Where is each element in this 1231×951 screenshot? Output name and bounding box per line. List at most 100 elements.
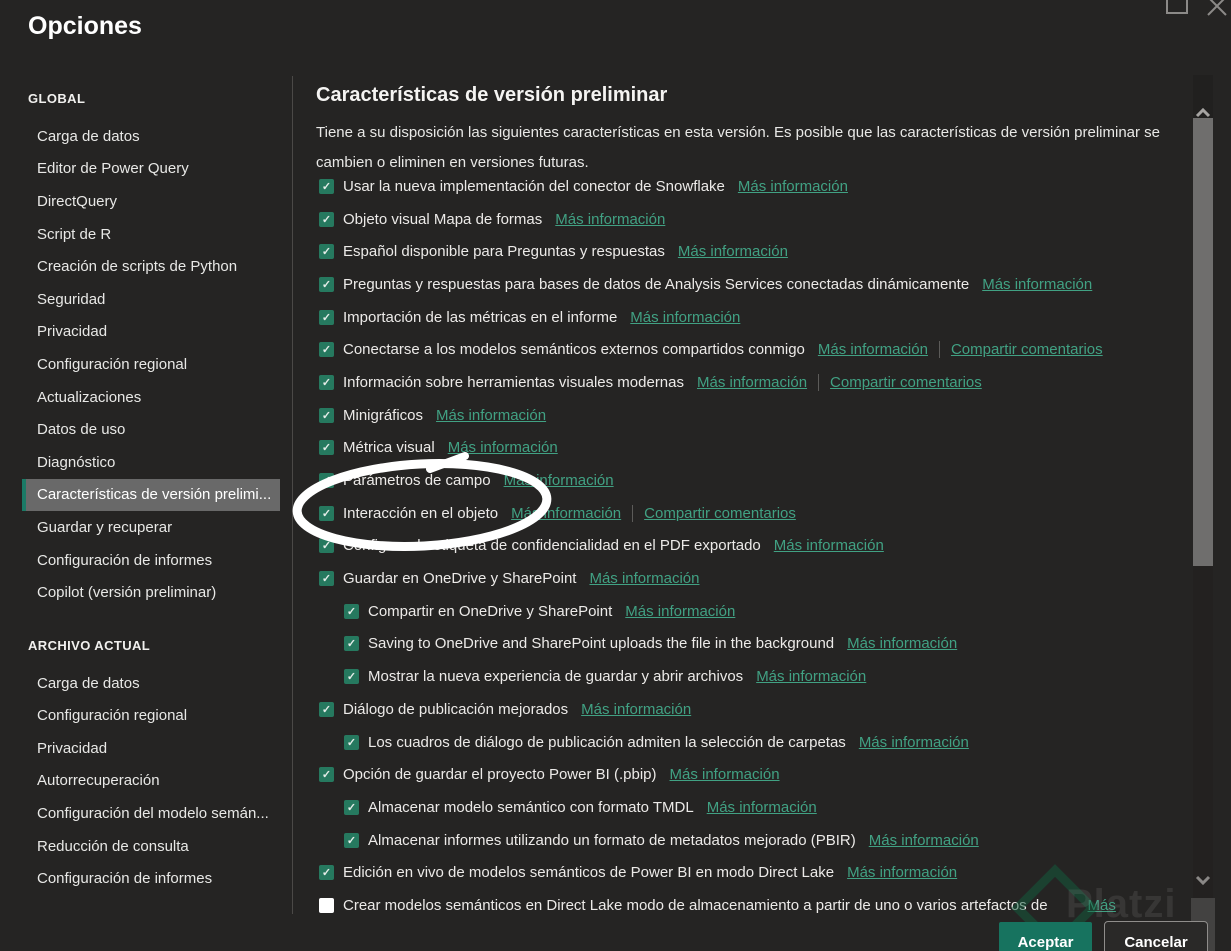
- sidebar-item-configuraci-n-regional[interactable]: Configuración regional: [22, 348, 280, 381]
- feature-label: Diálogo de publicación mejorados: [343, 700, 569, 718]
- share-feedback-link[interactable]: Compartir comentarios: [644, 505, 796, 522]
- sidebar-item-directquery[interactable]: DirectQuery: [22, 185, 280, 218]
- feature-checkbox[interactable]: ✓: [319, 538, 334, 554]
- more-info-link[interactable]: Más información: [756, 668, 866, 685]
- feature-row: ✓ Preguntas y respuestas para bases de da…: [316, 268, 1116, 301]
- feature-label: Edición en vivo de modelos semánticos de…: [343, 864, 835, 882]
- feature-checkbox[interactable]: ✓: [319, 407, 334, 423]
- feature-row: ✓ Diálogo de publicación mejorados Más inf…: [316, 693, 1116, 726]
- cancel-button[interactable]: Cancelar: [1104, 921, 1208, 951]
- more-info-link[interactable]: Más información: [625, 603, 735, 620]
- feature-checkbox[interactable]: ✓: [344, 669, 359, 685]
- maximize-icon[interactable]: [1166, 0, 1188, 14]
- sidebar-item-autorrecuperaci-n[interactable]: Autorrecuperación: [22, 765, 280, 798]
- sidebar-item-privacidad[interactable]: Privacidad: [22, 316, 280, 349]
- feature-checkbox[interactable]: ✓: [319, 276, 334, 292]
- feature-checkbox[interactable]: ✓: [319, 309, 334, 325]
- sidebar-item-configuraci-n-de-informes[interactable]: Configuración de informes: [22, 544, 280, 577]
- more-info-link[interactable]: Más información: [630, 309, 740, 326]
- link-separator: [938, 341, 940, 359]
- sidebar-item-creaci-n-de-scripts-de-python[interactable]: Creación de scripts de Python: [22, 250, 280, 283]
- feature-row: ✓ Interacción en el objeto Más información…: [316, 497, 1116, 530]
- sidebar-item-configuraci-n-del-modelo-sem-n[interactable]: Configuración del modelo semán...: [22, 797, 280, 830]
- more-info-link[interactable]: Más información: [847, 635, 957, 652]
- sidebar-item-editor-de-power-query[interactable]: Editor de Power Query: [22, 153, 280, 186]
- feature-checkbox[interactable]: [319, 897, 334, 913]
- feature-checkbox[interactable]: ✓: [319, 505, 334, 521]
- feature-checkbox[interactable]: ✓: [319, 767, 334, 783]
- more-info-link[interactable]: Más información: [847, 864, 957, 881]
- more-info-link[interactable]: Más información: [589, 570, 699, 587]
- feature-checkbox[interactable]: ✓: [319, 374, 334, 390]
- more-info-link[interactable]: Más información: [448, 439, 558, 456]
- feature-label: Minigráficos: [343, 406, 424, 424]
- more-info-link[interactable]: Más información: [774, 537, 884, 554]
- more-info-link[interactable]: Más información: [697, 374, 807, 391]
- feature-checkbox[interactable]: ✓: [319, 440, 334, 456]
- feature-label: Métrica visual: [343, 439, 435, 457]
- feature-checkbox[interactable]: ✓: [319, 473, 334, 489]
- more-info-link[interactable]: Más información: [504, 472, 614, 489]
- feature-row: Crear modelos semánticos en Direct Lake …: [316, 889, 1116, 922]
- feature-row: ✓ Métrica visual Más información: [316, 432, 1116, 465]
- link-separator: [632, 504, 634, 522]
- sidebar-item-privacidad[interactable]: Privacidad: [22, 732, 280, 765]
- feature-label: Guardar en OneDrive y SharePoint: [343, 570, 577, 588]
- more-info-link[interactable]: Más información: [707, 799, 817, 816]
- sidebar-item-guardar-y-recuperar[interactable]: Guardar y recuperar: [22, 511, 280, 544]
- feature-checkbox[interactable]: ✓: [319, 865, 334, 881]
- feature-checkbox[interactable]: ✓: [344, 832, 359, 848]
- more-info-link[interactable]: Más información: [581, 701, 691, 718]
- feature-checkbox[interactable]: ✓: [319, 244, 334, 260]
- scroll-down-button[interactable]: [1193, 862, 1213, 898]
- close-icon[interactable]: [1203, 0, 1231, 19]
- sidebar-item-configuraci-n-regional[interactable]: Configuración regional: [22, 700, 280, 733]
- feature-row: ✓ Los cuadros de diálogo de publicación a…: [316, 726, 1116, 759]
- sidebar-item-caracter-sticas-de-versi-n-prelimi[interactable]: Características de versión prelimi...: [22, 478, 280, 512]
- scroll-up-button[interactable]: [1193, 75, 1213, 123]
- sidebar-item-seguridad[interactable]: Seguridad: [22, 283, 280, 316]
- share-feedback-link[interactable]: Compartir comentarios: [830, 374, 982, 391]
- scrollbar-thumb[interactable]: [1193, 118, 1213, 566]
- more-info-link[interactable]: Más información: [511, 505, 621, 522]
- feature-label: Objeto visual Mapa de formas: [343, 210, 543, 228]
- feature-checkbox[interactable]: ✓: [319, 211, 334, 227]
- more-info-link[interactable]: Más información: [982, 276, 1092, 293]
- feature-checkbox[interactable]: ✓: [319, 701, 334, 717]
- feature-checkbox[interactable]: ✓: [319, 178, 334, 194]
- feature-checkbox[interactable]: ✓: [344, 603, 359, 619]
- feature-checkbox[interactable]: ✓: [319, 571, 334, 587]
- more-info-link[interactable]: Más información: [678, 243, 788, 260]
- more-info-link[interactable]: Más información: [436, 407, 546, 424]
- feature-row: ✓ Configurar la etiqueta de confidenciali…: [316, 530, 1116, 563]
- feature-row: ✓ Minigráficos Más información: [316, 399, 1116, 432]
- feature-checkbox[interactable]: ✓: [344, 636, 359, 652]
- more-info-link[interactable]: Más información: [738, 178, 848, 195]
- feature-checkbox[interactable]: ✓: [319, 342, 334, 358]
- sidebar-item-configuraci-n-de-informes[interactable]: Configuración de informes: [22, 862, 280, 895]
- more-info-link[interactable]: Más información: [818, 341, 928, 358]
- feature-label: Compartir en OneDrive y SharePoint: [368, 602, 613, 620]
- feature-label: Conectarse a los modelos semánticos exte…: [343, 341, 805, 359]
- sidebar-item-carga-de-datos[interactable]: Carga de datos: [22, 120, 280, 153]
- more-info-link[interactable]: Más información: [869, 832, 979, 849]
- sidebar-section-list: Carga de datos Configuración regional Priv…: [22, 667, 280, 895]
- more-info-link[interactable]: Más información: [555, 211, 665, 228]
- sidebar-section-header: GLOBAL: [28, 91, 86, 106]
- more-info-link[interactable]: Más información: [859, 734, 969, 751]
- sidebar-item-actualizaciones[interactable]: Actualizaciones: [22, 381, 280, 414]
- more-info-link[interactable]: Más información: [670, 766, 780, 783]
- sidebar-item-reducci-n-de-consulta[interactable]: Reducción de consulta: [22, 830, 280, 863]
- share-feedback-link[interactable]: Compartir comentarios: [951, 341, 1103, 358]
- sidebar-item-script-de-r[interactable]: Script de R: [22, 218, 280, 251]
- sidebar-item-datos-de-uso[interactable]: Datos de uso: [22, 413, 280, 446]
- accept-button[interactable]: Aceptar: [999, 922, 1092, 951]
- sidebar-item-carga-de-datos[interactable]: Carga de datos: [22, 667, 280, 700]
- scrollbar[interactable]: [1191, 75, 1215, 951]
- feature-row: ✓ Conectarse a los modelos semánticos ext…: [316, 333, 1116, 366]
- feature-checkbox[interactable]: ✓: [344, 734, 359, 750]
- feature-label: Almacenar modelo semántico con formato T…: [368, 798, 694, 816]
- sidebar-item-copilot-versi-n-preliminar[interactable]: Copilot (versión preliminar): [22, 576, 280, 609]
- feature-checkbox[interactable]: ✓: [344, 799, 359, 815]
- sidebar-item-diagn-stico[interactable]: Diagnóstico: [22, 446, 280, 479]
